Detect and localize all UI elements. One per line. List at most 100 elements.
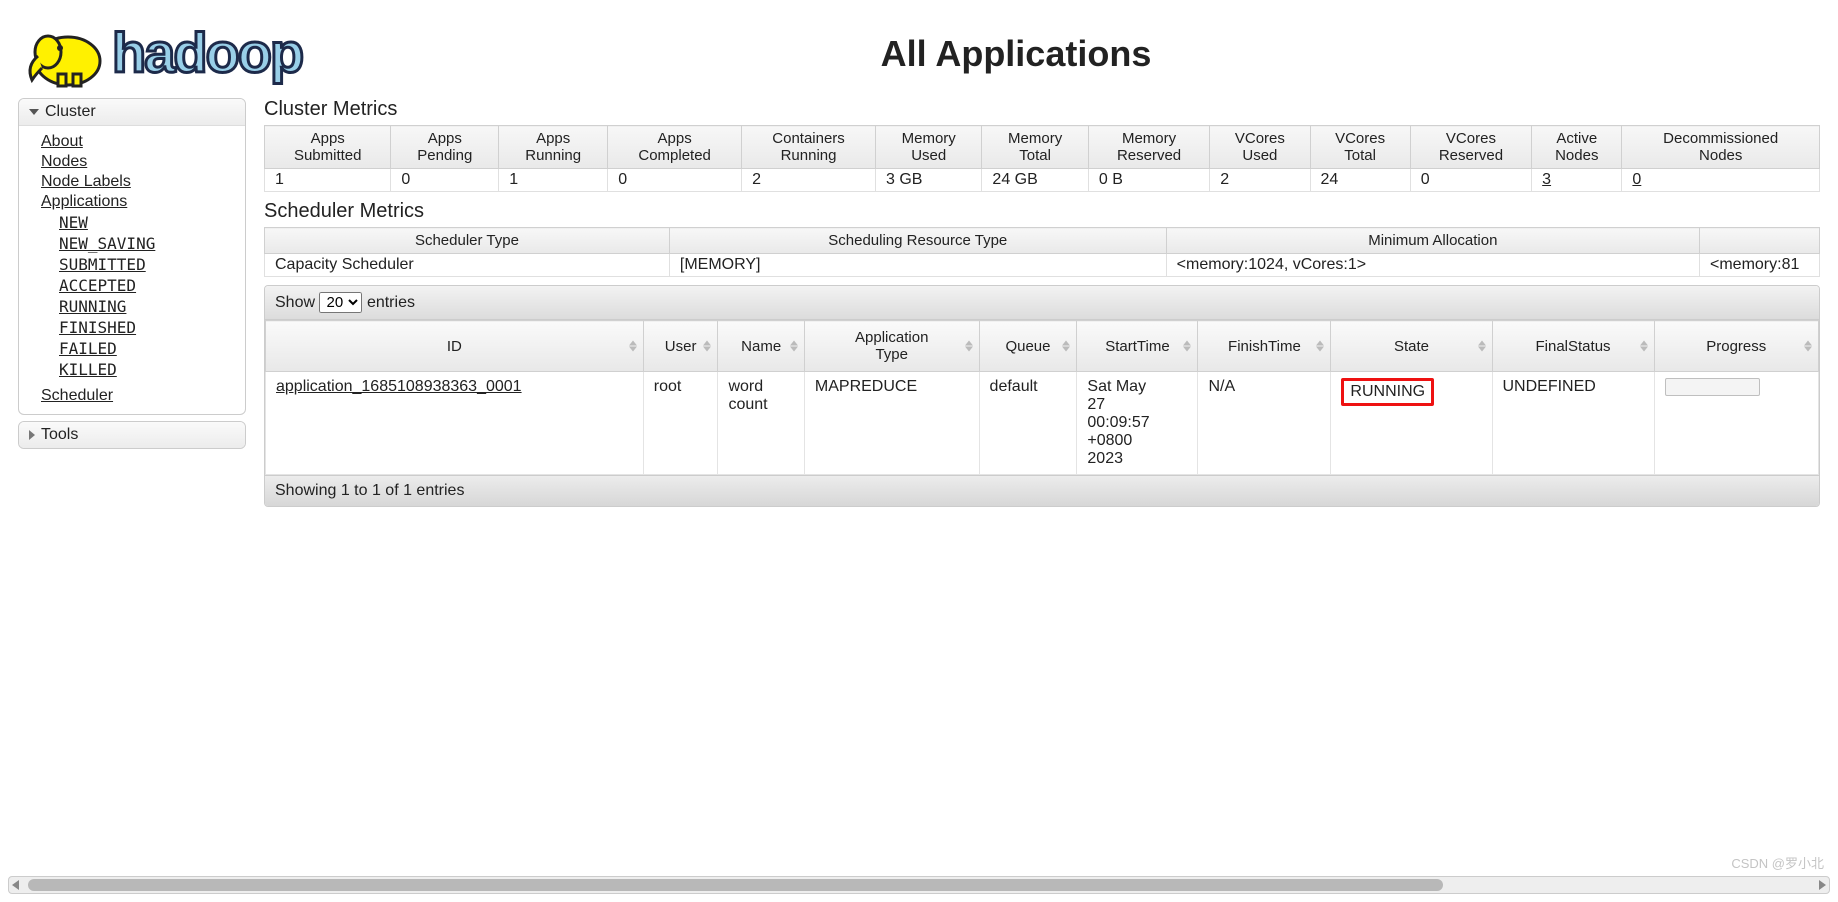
table-row: application_1685108938363_0001 rootwordco… bbox=[266, 372, 1819, 475]
sort-icon bbox=[790, 341, 798, 352]
scrollbar-thumb[interactable] bbox=[28, 879, 1443, 891]
sidebar-state-new-saving[interactable]: NEW_SAVING bbox=[59, 233, 245, 254]
scroll-left-arrow-icon[interactable] bbox=[12, 880, 19, 890]
cluster-metric-header: MemoryUsed bbox=[876, 126, 982, 169]
apps-column-header[interactable]: Progress bbox=[1654, 321, 1818, 372]
app-progress-cell bbox=[1654, 372, 1818, 475]
scheduler-metric-cell: <memory:1024, vCores:1> bbox=[1166, 254, 1699, 277]
horizontal-scrollbar[interactable] bbox=[8, 876, 1830, 894]
apps-column-header[interactable]: ApplicationType bbox=[804, 321, 979, 372]
cluster-metric-cell: 1 bbox=[499, 169, 608, 192]
cluster-metric-header: VCoresReserved bbox=[1410, 126, 1531, 169]
app-queue-cell: default bbox=[979, 372, 1077, 475]
cluster-metric-cell: 0 B bbox=[1088, 169, 1209, 192]
show-label-pre: Show bbox=[275, 294, 315, 311]
cluster-metric-cell: 1 bbox=[265, 169, 391, 192]
metric-link[interactable]: 3 bbox=[1542, 171, 1551, 188]
apps-column-header[interactable]: Name bbox=[718, 321, 804, 372]
caret-right-icon bbox=[29, 430, 35, 440]
sort-icon bbox=[1478, 341, 1486, 352]
sidebar-state-accepted[interactable]: ACCEPTED bbox=[59, 275, 245, 296]
app-finalstatus-cell: UNDEFINED bbox=[1492, 372, 1654, 475]
sidebar-link-nodes[interactable]: Nodes bbox=[19, 152, 245, 172]
progress-bar bbox=[1665, 378, 1760, 396]
app-state-cell: RUNNING bbox=[1331, 372, 1492, 475]
main-content: Cluster Metrics AppsSubmittedAppsPending… bbox=[264, 98, 1820, 507]
scheduler-metric-cell: Capacity Scheduler bbox=[265, 254, 670, 277]
apps-column-header[interactable]: StartTime bbox=[1077, 321, 1198, 372]
apps-info-text: Showing 1 to 1 of 1 entries bbox=[265, 475, 1819, 506]
sidebar-link-node-labels[interactable]: Node Labels bbox=[19, 172, 245, 192]
cluster-metric-header: MemoryTotal bbox=[982, 126, 1088, 169]
sidebar-state-running[interactable]: RUNNING bbox=[59, 296, 245, 317]
cluster-metrics-table: AppsSubmittedAppsPendingAppsRunningAppsC… bbox=[264, 125, 1820, 192]
sidebar-state-failed[interactable]: FAILED bbox=[59, 338, 245, 359]
application-id-link[interactable]: application_1685108938363_0001 bbox=[276, 378, 522, 395]
sidebar-state-submitted[interactable]: SUBMITTED bbox=[59, 254, 245, 275]
cluster-metric-header: AppsPending bbox=[391, 126, 499, 169]
cluster-metric-header: AppsRunning bbox=[499, 126, 608, 169]
entries-select[interactable]: 20 bbox=[319, 292, 362, 313]
app-user-cell: root bbox=[643, 372, 718, 475]
scheduler-metrics-title: Scheduler Metrics bbox=[264, 200, 1820, 223]
sort-icon bbox=[1804, 341, 1812, 352]
scheduler-metric-cell: <memory:81 bbox=[1700, 254, 1820, 277]
cluster-metric-cell: 0 bbox=[1410, 169, 1531, 192]
cluster-metric-cell: 0 bbox=[608, 169, 742, 192]
sidebar-cluster-header[interactable]: Cluster bbox=[19, 99, 245, 126]
apps-column-header[interactable]: FinishTime bbox=[1198, 321, 1331, 372]
cluster-metric-header: AppsSubmitted bbox=[265, 126, 391, 169]
applications-table: IDUserNameApplicationTypeQueueStartTimeF… bbox=[265, 320, 1819, 475]
cluster-metrics-title: Cluster Metrics bbox=[264, 98, 1820, 121]
sidebar-tools-header[interactable]: Tools bbox=[19, 422, 245, 448]
caret-down-icon bbox=[29, 109, 39, 115]
scheduler-metric-cell: [MEMORY] bbox=[669, 254, 1166, 277]
cluster-metric-cell: 3 bbox=[1532, 169, 1622, 192]
app-type-cell: MAPREDUCE bbox=[804, 372, 979, 475]
cluster-metric-cell: 2 bbox=[1210, 169, 1310, 192]
elephant-icon bbox=[18, 16, 110, 92]
scheduler-metrics-table: Scheduler TypeScheduling Resource TypeMi… bbox=[264, 227, 1820, 277]
sidebar-state-killed[interactable]: KILLED bbox=[59, 359, 245, 380]
watermark: CSDN @罗小北 bbox=[1731, 853, 1824, 872]
cluster-metric-header: DecommissionedNodes bbox=[1622, 126, 1820, 169]
sidebar-tools-title: Tools bbox=[41, 426, 78, 444]
sidebar-link-scheduler[interactable]: Scheduler bbox=[19, 386, 245, 406]
apps-column-header[interactable]: ID bbox=[266, 321, 644, 372]
cluster-metric-header: AppsCompleted bbox=[608, 126, 742, 169]
state-highlight: RUNNING bbox=[1341, 378, 1434, 406]
scheduler-metric-header bbox=[1700, 228, 1820, 254]
apps-column-header[interactable]: State bbox=[1331, 321, 1492, 372]
sidebar-state-finished[interactable]: FINISHED bbox=[59, 317, 245, 338]
sidebar-link-about[interactable]: About bbox=[19, 132, 245, 152]
sidebar-app-states: NEW NEW_SAVING SUBMITTED ACCEPTED RUNNIN… bbox=[19, 212, 245, 380]
scheduler-metric-header: Scheduling Resource Type bbox=[669, 228, 1166, 254]
sort-icon bbox=[1640, 341, 1648, 352]
cluster-metric-header: MemoryReserved bbox=[1088, 126, 1209, 169]
sidebar-state-new[interactable]: NEW bbox=[59, 212, 245, 233]
cluster-metric-header: ContainersRunning bbox=[742, 126, 876, 169]
scroll-right-arrow-icon[interactable] bbox=[1819, 880, 1826, 890]
sort-icon bbox=[629, 341, 637, 352]
cluster-metric-header: ActiveNodes bbox=[1532, 126, 1622, 169]
sidebar-cluster-box: Cluster About Nodes Node Labels Applicat… bbox=[18, 98, 246, 415]
metric-link[interactable]: 0 bbox=[1632, 171, 1641, 188]
apps-column-header[interactable]: User bbox=[643, 321, 718, 372]
app-name-cell: wordcount bbox=[718, 372, 804, 475]
sort-icon bbox=[703, 341, 711, 352]
cluster-metric-cell: 3 GB bbox=[876, 169, 982, 192]
scheduler-metric-header: Minimum Allocation bbox=[1166, 228, 1699, 254]
sort-icon bbox=[965, 341, 973, 352]
cluster-metric-cell: 24 GB bbox=[982, 169, 1088, 192]
cluster-metric-cell: 0 bbox=[1622, 169, 1820, 192]
apps-column-header[interactable]: FinalStatus bbox=[1492, 321, 1654, 372]
cluster-metric-cell: 24 bbox=[1310, 169, 1410, 192]
sort-icon bbox=[1316, 341, 1324, 352]
sidebar-cluster-title: Cluster bbox=[45, 103, 96, 121]
sidebar: Cluster About Nodes Node Labels Applicat… bbox=[18, 98, 246, 507]
sidebar-link-applications[interactable]: Applications bbox=[19, 192, 245, 212]
apps-column-header[interactable]: Queue bbox=[979, 321, 1077, 372]
app-finish-cell: N/A bbox=[1198, 372, 1331, 475]
sort-icon bbox=[1062, 341, 1070, 352]
apps-length-control: Show 20 entries bbox=[265, 286, 1819, 320]
